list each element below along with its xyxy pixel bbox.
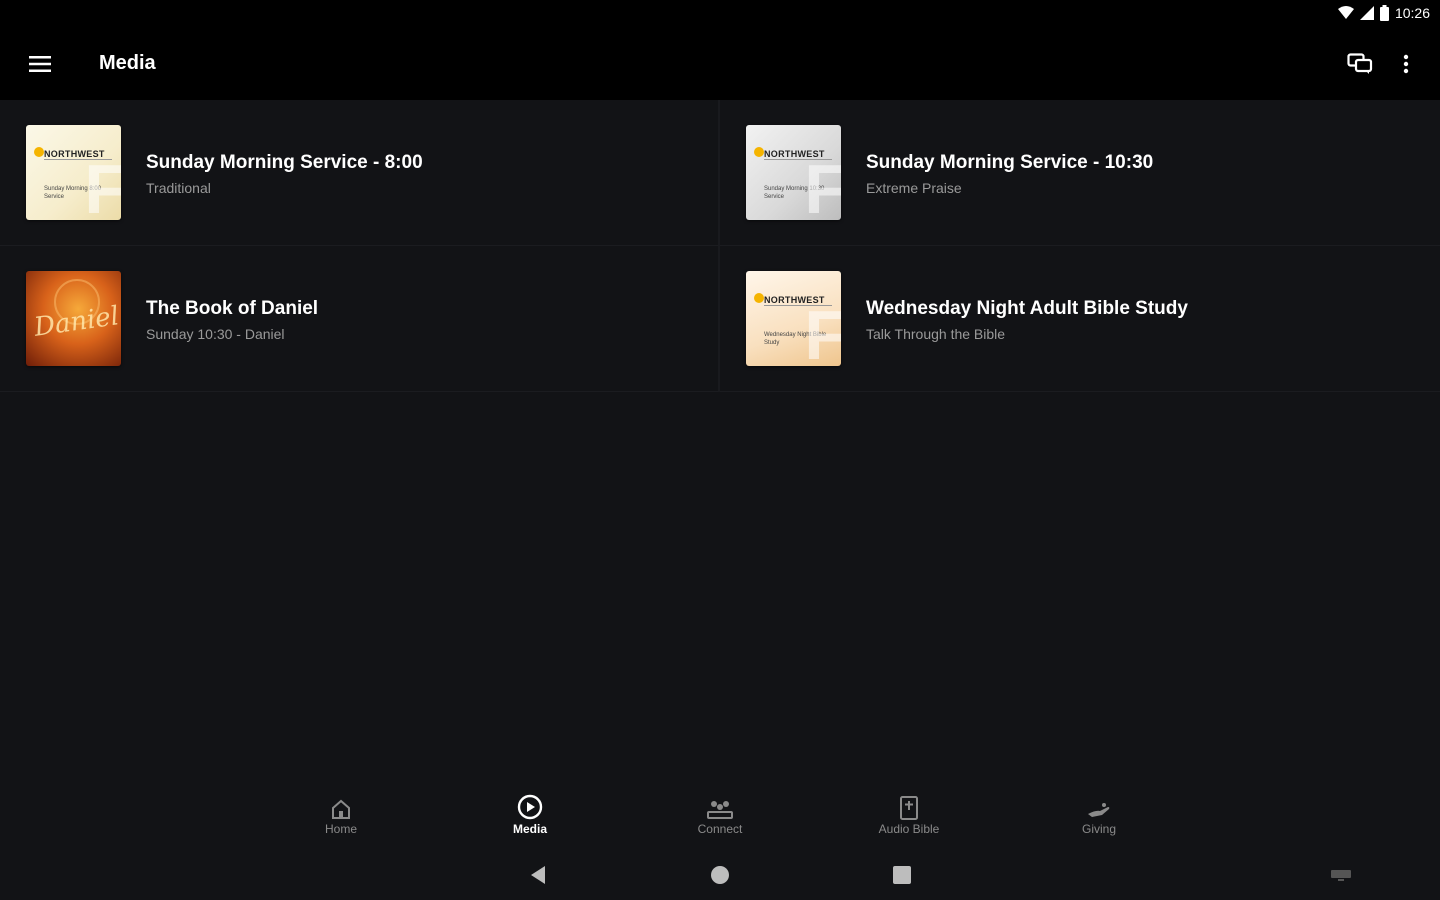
app-bar: Media	[0, 28, 1440, 100]
nav-label-audio-bible: Audio Bible	[878, 822, 940, 836]
nav-label-media: Media	[512, 822, 547, 836]
more-vert-icon	[1403, 54, 1409, 74]
media-tile-sunday-1030[interactable]: NORTHWEST Sunday Morning 10:30 Service F…	[720, 100, 1440, 246]
wifi-icon	[1337, 6, 1354, 19]
media-tile-sunday-800[interactable]: NORTHWEST Sunday Morning 8:00 Service F …	[0, 100, 720, 246]
home-circle-icon	[711, 866, 729, 884]
play-circle-icon	[517, 794, 543, 820]
battery-icon	[1379, 5, 1389, 21]
media-subtitle: Traditional	[146, 180, 211, 196]
nav-item-connect[interactable]: Connect	[665, 790, 775, 836]
nav-label-home: Home	[324, 822, 357, 836]
nav-item-home[interactable]: Home	[286, 790, 396, 836]
bible-icon	[900, 796, 918, 820]
keyboard-icon	[1331, 870, 1351, 881]
media-grid: NORTHWEST Sunday Morning 8:00 Service F …	[0, 100, 1440, 392]
media-title: Sunday Morning Service - 8:00	[146, 152, 423, 173]
system-home-button[interactable]	[705, 860, 735, 890]
media-tile-wednesday-bible-study[interactable]: NORTHWEST Wednesday Night Bible Study F …	[720, 246, 1440, 392]
media-thumbnail: NORTHWEST Sunday Morning 8:00 Service F	[26, 125, 121, 220]
media-thumbnail: NORTHWEST Wednesday Night Bible Study F	[746, 271, 841, 366]
logo-sun-icon	[34, 147, 44, 157]
thumbnail-title-art: Daniel	[32, 301, 121, 343]
logo-sun-icon	[754, 147, 764, 157]
menu-button[interactable]	[22, 46, 58, 82]
media-tile-book-of-daniel[interactable]: Daniel The Book of Daniel Sunday 10:30 -…	[0, 246, 720, 392]
page-title: Media	[99, 52, 156, 74]
media-subtitle: Talk Through the Bible	[866, 326, 1006, 342]
status-icons: 10:26	[1337, 5, 1430, 21]
media-thumbnail: NORTHWEST Sunday Morning 10:30 Service F	[746, 125, 841, 220]
thumbnail-watermark: F	[804, 150, 841, 220]
media-subtitle: Extreme Praise	[866, 180, 962, 196]
people-icon	[707, 801, 733, 819]
thumbnail-watermark: F	[804, 296, 841, 366]
cell-signal-icon	[1359, 6, 1374, 20]
nav-label-giving: Giving	[1081, 822, 1116, 836]
media-title: Sunday Morning Service - 10:30	[866, 152, 1154, 173]
back-triangle-icon	[531, 866, 545, 884]
system-back-button[interactable]	[523, 860, 553, 890]
status-time: 10:26	[1394, 5, 1430, 21]
thumbnail-watermark: F	[84, 150, 121, 220]
nav-item-audio-bible[interactable]: Audio Bible	[854, 790, 964, 836]
bottom-navigation: Home Media Connect Audio Bible Giving	[0, 780, 1440, 844]
media-thumbnail: Daniel	[26, 271, 121, 366]
chat-icon	[1347, 53, 1373, 74]
more-options-button[interactable]	[1388, 46, 1424, 82]
system-keyboard-button[interactable]	[1326, 860, 1356, 890]
status-bar: 10:26	[0, 0, 1440, 28]
system-navigation-bar	[0, 846, 1440, 900]
hamburger-menu-icon	[29, 56, 51, 72]
system-recents-button[interactable]	[887, 860, 917, 890]
recents-square-icon	[893, 866, 911, 884]
nav-item-giving[interactable]: Giving	[1044, 790, 1154, 836]
nav-item-media[interactable]: Media	[475, 790, 585, 836]
giving-hand-icon	[1088, 803, 1110, 817]
chat-button[interactable]	[1342, 46, 1378, 82]
media-title: The Book of Daniel	[146, 298, 319, 319]
media-title: Wednesday Night Adult Bible Study	[866, 298, 1188, 319]
logo-sun-icon	[754, 293, 764, 303]
nav-label-connect: Connect	[697, 822, 743, 836]
media-subtitle: Sunday 10:30 - Daniel	[146, 326, 285, 342]
home-icon	[332, 799, 350, 819]
